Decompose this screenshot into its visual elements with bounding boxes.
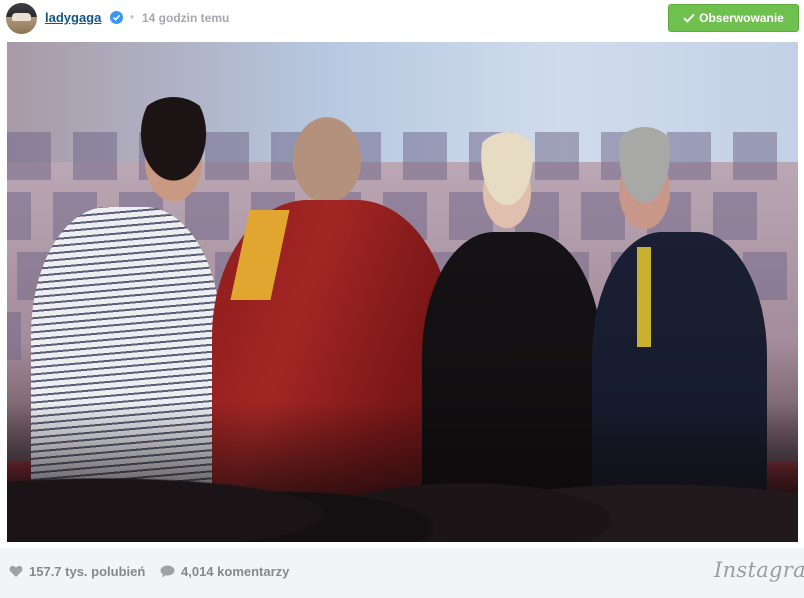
avatar[interactable] [6,3,37,34]
check-icon [683,13,695,23]
post-photo[interactable] [7,42,798,542]
following-button[interactable]: Obserwowanie [668,4,799,32]
post-footer: 157.7 tys. polubień 4,014 komentarzy Ins… [0,548,804,598]
post-header: ladygaga • 14 godzin temu Obserwowanie [0,0,804,40]
audience-silhouettes [7,402,798,542]
heart-icon [9,565,23,577]
instagram-logo[interactable]: Instagram [714,558,804,582]
following-button-label: Obserwowanie [699,11,784,25]
likes-label: 157.7 tys. polubień [29,564,146,579]
post-time[interactable]: 14 godzin temu [142,11,229,25]
separator-dot: • [130,10,135,24]
username-link[interactable]: ladygaga [45,10,101,25]
comments-label: 4,014 komentarzy [181,564,290,579]
comments-count[interactable]: 4,014 komentarzy [160,564,289,579]
comment-bubble-icon [160,565,175,578]
verified-icon [110,11,123,24]
likes-count[interactable]: 157.7 tys. polubień [9,564,145,579]
